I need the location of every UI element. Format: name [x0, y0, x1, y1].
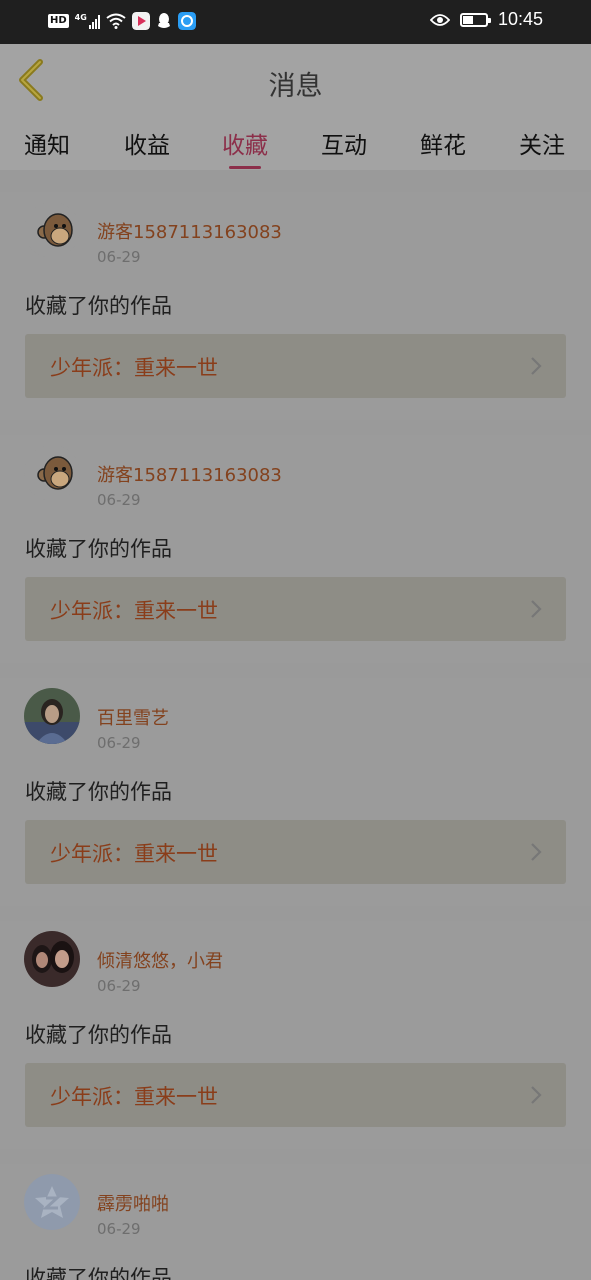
list-item: 百里雪艺 06-29 收藏了你的作品 少年派：重来一世 — [0, 678, 591, 906]
clock: 10:45 — [497, 9, 543, 29]
video-app-icon — [131, 12, 150, 30]
photo-avatar[interactable] — [24, 688, 80, 744]
work-link[interactable]: 少年派：重来一世 — [25, 1063, 566, 1127]
work-link[interactable]: 少年派：重来一世 — [25, 577, 566, 641]
list-item: 倾清悠悠，小君 06-29 收藏了你的作品 少年派：重来一世 — [0, 921, 591, 1149]
battery-icon — [459, 12, 491, 27]
username[interactable]: 游客1587113163083 — [97, 218, 282, 244]
tab-notifications[interactable]: 通知 — [2, 126, 92, 160]
action-text: 收藏了你的作品 — [25, 780, 172, 804]
timestamp: 06-29 — [97, 491, 141, 509]
tab-bar: 通知 收益 收藏 互动 鲜花 关注 — [0, 116, 591, 170]
app-header: 消息 — [0, 44, 591, 116]
action-text: 收藏了你的作品 — [25, 1266, 172, 1280]
username[interactable]: 霹雳啪啪 — [97, 1190, 169, 1216]
work-title: 少年派：重来一世 — [50, 1085, 218, 1109]
work-title: 少年派：重来一世 — [50, 599, 218, 623]
action-text: 收藏了你的作品 — [25, 537, 172, 561]
chevron-right-icon — [531, 843, 542, 861]
list-item: 游客1587113163083 06-29 收藏了你的作品 少年派：重来一世 — [0, 192, 591, 420]
tab-favorites[interactable]: 收藏 — [200, 126, 290, 169]
username[interactable]: 游客1587113163083 — [97, 461, 282, 487]
timestamp: 06-29 — [97, 977, 141, 995]
qq-icon — [157, 13, 170, 28]
active-tab-indicator — [229, 166, 261, 169]
eye-icon — [429, 13, 450, 26]
list-item: 霹雳啪啪 06-29 收藏了你的作品 — [0, 1164, 591, 1280]
timestamp: 06-29 — [97, 734, 141, 752]
chevron-right-icon — [531, 1086, 542, 1104]
username[interactable]: 倾清悠悠，小君 — [97, 947, 223, 973]
work-link[interactable]: 少年派：重来一世 — [25, 820, 566, 884]
username[interactable]: 百里雪艺 — [97, 704, 169, 730]
work-link[interactable]: 少年派：重来一世 — [25, 334, 566, 398]
browser-app-icon — [177, 12, 196, 30]
page-title: 消息 — [268, 71, 323, 102]
hd-icon: HD — [48, 14, 69, 28]
timestamp: 06-29 — [97, 248, 141, 266]
action-text: 收藏了你的作品 — [25, 1023, 172, 1047]
timestamp: 06-29 — [97, 1220, 141, 1238]
default-avatar-icon[interactable] — [24, 1174, 80, 1230]
work-title: 少年派：重来一世 — [50, 842, 218, 866]
tab-follows[interactable]: 关注 — [497, 126, 587, 160]
tab-flowers[interactable]: 鲜花 — [398, 126, 488, 160]
wifi-icon — [106, 13, 126, 29]
signal-icon — [88, 13, 100, 29]
status-bar: HD 4G 10:45 — [0, 0, 591, 44]
tab-earnings[interactable]: 收益 — [102, 126, 192, 160]
action-text: 收藏了你的作品 — [25, 294, 172, 318]
monkey-avatar-icon[interactable] — [24, 202, 80, 258]
monkey-avatar-icon[interactable] — [24, 445, 80, 501]
chevron-right-icon — [531, 600, 542, 618]
list-item: 游客1587113163083 06-29 收藏了你的作品 少年派：重来一世 — [0, 435, 591, 663]
tab-interactions[interactable]: 互动 — [299, 126, 389, 160]
work-title: 少年派：重来一世 — [50, 356, 218, 380]
network-type: 4G — [74, 12, 87, 22]
photo-avatar[interactable] — [24, 931, 80, 987]
chevron-right-icon — [531, 357, 542, 375]
